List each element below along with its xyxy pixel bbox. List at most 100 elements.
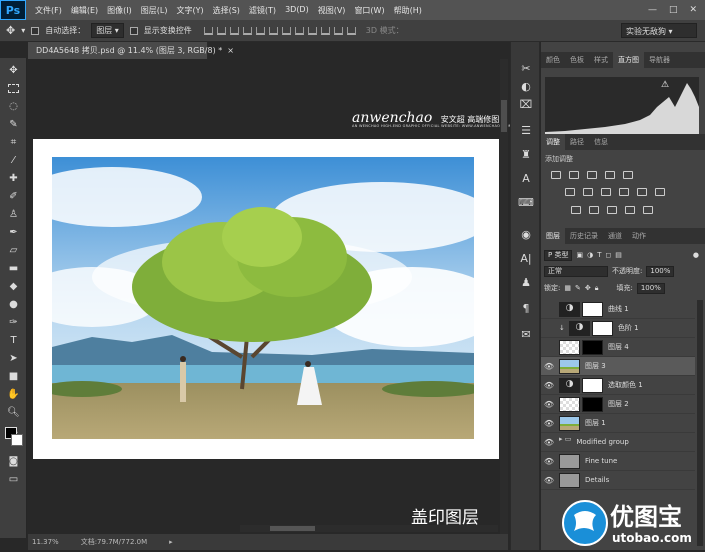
character-icon[interactable]: A	[518, 170, 534, 186]
clone-source-icon[interactable]: ◐	[518, 78, 534, 94]
menu-7[interactable]: 3D(D)	[285, 5, 309, 16]
menu-6[interactable]: 滤镜(T)	[249, 5, 276, 16]
menu-1[interactable]: 编辑(E)	[71, 5, 98, 16]
layer-row[interactable]: ◑ 曲线 1	[541, 300, 695, 319]
filter-pixel-icon[interactable]: ▣	[576, 251, 583, 259]
layer-row[interactable]: 👁︎ ▸ ▭ Modified group	[541, 433, 695, 452]
layer-mask-thumbnail[interactable]	[582, 301, 603, 317]
opacity-input[interactable]: 100%	[646, 265, 675, 277]
align-top-icon[interactable]	[203, 26, 213, 35]
layer-mask-thumbnail[interactable]	[582, 396, 603, 412]
align-vcenter-icon[interactable]	[216, 26, 226, 35]
layer-row[interactable]: 图层 4	[541, 338, 695, 357]
layer-visibility-icon[interactable]: 👁︎	[543, 457, 555, 466]
fill-input[interactable]: 100%	[636, 282, 665, 294]
stamp-panel-icon[interactable]: ♜	[518, 146, 534, 162]
tab-top_tabs-1[interactable]: 色板	[565, 52, 589, 68]
eraser-icon[interactable]: ▱	[5, 242, 22, 258]
comment-icon[interactable]: ✉	[518, 326, 534, 342]
auto-select-checkbox[interactable]	[31, 26, 40, 35]
zoom-level[interactable]: 11.37%	[32, 538, 59, 546]
layer-mask-thumbnail[interactable]	[591, 320, 613, 336]
distribute-right-icon[interactable]	[346, 26, 356, 35]
adjustment-icon[interactable]	[643, 206, 653, 214]
gradient-icon[interactable]: ▬	[5, 260, 22, 276]
adjustment-icon[interactable]	[569, 171, 579, 179]
timeline-icon[interactable]: ♟	[518, 274, 534, 290]
show-transform-checkbox[interactable]	[129, 26, 138, 35]
adjustment-icon[interactable]	[637, 188, 647, 196]
tool-presets-icon[interactable]: ✂	[518, 60, 534, 76]
type-icon[interactable]: T	[5, 332, 22, 348]
menu-8[interactable]: 视图(V)	[318, 5, 346, 16]
blur-icon[interactable]: ◆	[5, 278, 22, 294]
layer-visibility-icon[interactable]: 👁︎	[543, 476, 555, 485]
lock-all-icon[interactable]: 🔒︎	[595, 284, 599, 293]
quick-select-icon[interactable]: ✎	[5, 116, 22, 132]
auto-select-target[interactable]: 图层 ▾	[91, 23, 124, 38]
align-hcenter-icon[interactable]	[255, 26, 265, 35]
restore-icon[interactable]: □	[669, 5, 678, 15]
menu-0[interactable]: 文件(F)	[35, 5, 62, 16]
adjustment-icon[interactable]	[601, 188, 611, 196]
adjustment-icon[interactable]	[605, 171, 615, 179]
healing-icon[interactable]: ✚	[5, 170, 22, 186]
menu-9[interactable]: 窗口(W)	[354, 5, 384, 16]
status-arrow-icon[interactable]: ▸	[169, 538, 173, 546]
history-brush-icon[interactable]: ✒	[5, 224, 22, 240]
close-icon[interactable]: ✕	[689, 5, 697, 15]
layer-visibility-icon[interactable]: 👁︎	[543, 438, 555, 447]
layer-row[interactable]: 👁︎ 图层 1	[541, 414, 695, 433]
filter-type-icon[interactable]: T	[597, 251, 601, 259]
adjustment-icon[interactable]	[607, 206, 617, 214]
menu-4[interactable]: 文字(Y)	[176, 5, 203, 16]
vertical-scroll-thumb[interactable]	[501, 100, 507, 132]
layer-row[interactable]: 👁︎ Fine tune	[541, 452, 695, 471]
distribute-top-icon[interactable]	[281, 26, 291, 35]
layer-mask-thumbnail[interactable]	[582, 339, 603, 355]
horizontal-scroll-thumb[interactable]	[270, 526, 315, 531]
hand-icon[interactable]: ✋	[5, 386, 22, 402]
layer-row[interactable]: 👁︎ 图层 3	[541, 357, 695, 376]
glyphs-icon[interactable]: ⌨	[518, 194, 534, 210]
move-icon[interactable]: ✥	[5, 62, 22, 78]
lasso-icon[interactable]: ◌	[5, 98, 22, 114]
layer-row[interactable]: 👁︎ ◑ 选取颜色 1	[541, 376, 695, 395]
layer-filter-kind[interactable]: P 类型	[544, 249, 573, 261]
brush-presets-icon[interactable]: ⌧	[518, 96, 534, 112]
marquee-icon[interactable]	[5, 80, 22, 96]
adjustment-icon[interactable]	[619, 188, 629, 196]
workspace-select[interactable]: 实验无敌狗 ▾	[621, 23, 697, 38]
close-doc-icon[interactable]: ×	[227, 46, 234, 55]
distribute-vcenter-icon[interactable]	[294, 26, 304, 35]
tool-preset-dropdown-icon[interactable]: ▾	[21, 26, 25, 35]
lock-pixels-icon[interactable]: ✎	[575, 284, 581, 292]
layer-row[interactable]: 👁︎ 图层 2	[541, 395, 695, 414]
lock-transparent-icon[interactable]: ▦	[564, 284, 571, 292]
crop-icon[interactable]: ⌗	[5, 134, 22, 150]
lock-position-icon[interactable]: ✥	[585, 284, 591, 292]
menu-2[interactable]: 图像(I)	[107, 5, 132, 16]
filter-shape-icon[interactable]: ◻	[605, 251, 611, 259]
menu-5[interactable]: 选择(S)	[213, 5, 240, 16]
adjustment-icon[interactable]	[589, 206, 599, 214]
adjustment-icon[interactable]	[587, 171, 597, 179]
layer-row[interactable]: ↓ ◑ 色阶 1	[541, 319, 695, 338]
adjustment-icon[interactable]	[583, 188, 593, 196]
tab-top_tabs-0[interactable]: 颜色	[541, 52, 565, 68]
tab-top_tabs-3[interactable]: 直方图	[613, 52, 644, 68]
background-color-swatch[interactable]	[11, 434, 23, 446]
tab-top_tabs-2[interactable]: 样式	[589, 52, 613, 68]
paragraph-style-icon[interactable]: A|	[518, 250, 534, 266]
distribute-bottom-icon[interactable]	[307, 26, 317, 35]
tab-layer_tabs-0[interactable]: 图层	[541, 228, 565, 244]
tab-adj_tabs-0[interactable]: 调整	[541, 134, 565, 150]
tab-adj_tabs-2[interactable]: 信息	[589, 134, 613, 150]
adjustment-icon[interactable]	[571, 206, 581, 214]
align-bottom-icon[interactable]	[229, 26, 239, 35]
blend-mode-select[interactable]: 正常	[544, 265, 608, 277]
menu-3[interactable]: 图层(L)	[141, 5, 168, 16]
adjustment-icon[interactable]	[623, 171, 633, 179]
eyedropper-icon[interactable]: ⁄	[5, 152, 22, 168]
adjustment-icon[interactable]	[655, 188, 665, 196]
